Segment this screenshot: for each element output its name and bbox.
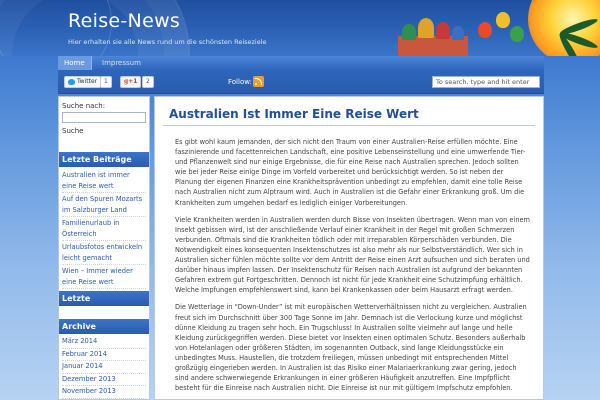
recent-post-link[interactable]: Australien ist immer eine Reise wert — [62, 169, 146, 193]
nav-item-impressum[interactable]: Impressum — [96, 56, 147, 70]
recent-post-link[interactable]: Wien – Immer wieder eine Reise wert — [62, 265, 146, 289]
post-title[interactable]: Australien Ist Immer Eine Reise Wert — [169, 107, 419, 121]
follow-label: Follow: — [228, 78, 252, 86]
search-label: Suche nach: — [62, 102, 106, 110]
archive-link[interactable]: Februar 2014 — [62, 349, 146, 361]
recent-posts-title: Letzte Beiträge — [59, 152, 149, 167]
recent-post-link[interactable]: Familienurlaub in Österreich — [62, 217, 146, 241]
gplus-count: 2 — [142, 76, 154, 88]
sidebar-search-input[interactable] — [62, 112, 146, 123]
archive-link[interactable]: Januar 2014 — [62, 361, 146, 374]
post-body: Es gibt wohl kaum jemanden, der sich nic… — [175, 137, 531, 399]
balloon-decoration — [478, 22, 492, 38]
archive-link[interactable]: Dezember 2013 — [62, 374, 146, 386]
gplus-label: +1 — [128, 78, 138, 85]
site-header: Reise-News Hier erhalten sie alle News r… — [0, 0, 600, 56]
site-title[interactable]: Reise-News — [68, 10, 180, 32]
title-divider — [163, 125, 535, 126]
recent-post-link[interactable]: Urlaubsfotos entwickeln leicht gemacht — [62, 241, 146, 265]
archive-link[interactable]: November 2013 — [62, 386, 146, 399]
archive-link[interactable]: März 2014 — [62, 336, 146, 349]
archive-title: Archive — [59, 319, 149, 334]
post-paragraph: Es gibt wohl kaum jemanden, der sich nic… — [175, 138, 526, 207]
rss-icon[interactable] — [253, 76, 264, 87]
archive-list: März 2014 Februar 2014 Januar 2014 Dezem… — [62, 336, 146, 399]
header-search-input[interactable]: To search, type and hit enter — [432, 76, 540, 88]
main-nav: Home Impressum — [58, 56, 544, 70]
twitter-label: Twitter — [77, 78, 98, 85]
sidebar: Suche nach: Suche Letzte Beiträge Austra… — [58, 96, 150, 400]
site-tagline: Hier erhalten sie alle News rund um die … — [68, 38, 267, 46]
post-paragraph: Die Wetterlage in “Down-Under” ist mit e… — [175, 303, 527, 393]
twitter-count: 1 — [100, 76, 112, 88]
main-content: Australien Ist Immer Eine Reise Wert Es … — [154, 96, 544, 400]
sidebar-search-button[interactable]: Suche — [62, 127, 83, 135]
twitter-icon — [68, 78, 75, 85]
social-toolbar: Twitter 1 g+1 2 Follow: To search, type … — [58, 70, 544, 94]
gplus-button[interactable]: g+1 — [120, 76, 142, 88]
recent-post-link[interactable]: Auf den Spuren Mozarts im Salzburger Lan… — [62, 193, 146, 217]
twitter-share-button[interactable]: Twitter — [64, 76, 102, 88]
recent-comments-title: Letzte Kommentare — [59, 291, 149, 318]
post-paragraph: Viele Krankheiten werden in Australien w… — [175, 215, 530, 295]
recent-posts-list: Australien ist immer eine Reise wert Auf… — [62, 169, 146, 289]
nav-item-home[interactable]: Home — [58, 56, 92, 70]
